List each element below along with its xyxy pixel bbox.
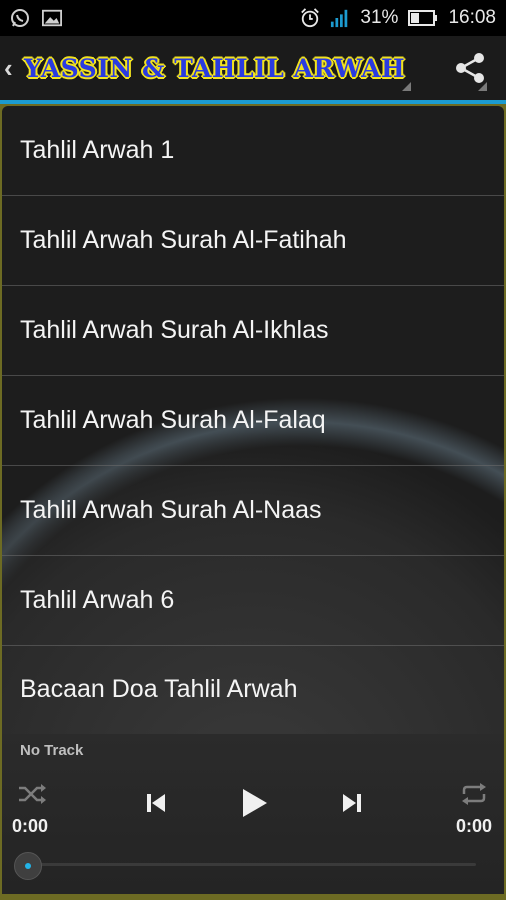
next-icon[interactable] [336,788,368,818]
signal-icon [330,8,350,28]
share-icon[interactable] [452,50,488,86]
share-overflow-indicator [478,82,487,91]
status-bar: 31% 16:08 [0,0,506,36]
seek-bar[interactable] [32,863,476,866]
whatsapp-icon [10,8,30,28]
track-item[interactable]: Tahlil Arwah Surah Al-Ikhlas [2,286,504,376]
shuffle-icon[interactable] [16,780,48,808]
now-playing-label: No Track [20,742,84,759]
audio-player: No Track 0:00 0:00 [2,734,504,894]
track-item[interactable]: Tahlil Arwah Surah Al-Naas [2,466,504,556]
battery-icon [408,8,438,28]
alarm-icon [300,8,320,28]
seek-thumb[interactable] [14,852,42,880]
previous-icon[interactable] [140,788,172,818]
seek-thumb-dot [25,863,31,869]
gallery-icon [42,8,62,28]
play-icon[interactable] [234,784,274,822]
battery-percent: 31% [360,7,399,28]
bottom-frame-edge [0,894,506,900]
track-item[interactable]: Tahlil Arwah 6 [2,556,504,646]
action-bar: ‹ YASSIN & TAHLIL ARWAH [0,36,506,100]
elapsed-time: 0:00 [12,816,49,836]
track-item[interactable]: Tahlil Arwah Surah Al-Falaq [2,376,504,466]
title-dropdown-indicator [402,82,411,91]
track-item[interactable]: Tahlil Arwah Surah Al-Fatihah [2,196,504,286]
content-frame: Tahlil Arwah 1 Tahlil Arwah Surah Al-Fat… [0,104,506,900]
app-title: YASSIN & TAHLIL ARWAH [24,53,406,83]
repeat-icon[interactable] [458,780,490,808]
track-item[interactable]: Tahlil Arwah 1 [2,106,504,196]
clock: 16:08 [448,7,496,28]
track-list-panel: Tahlil Arwah 1 Tahlil Arwah Surah Al-Fat… [2,106,504,894]
track-list: Tahlil Arwah 1 Tahlil Arwah Surah Al-Fat… [2,106,504,732]
duration-time: 0:00 [456,816,493,836]
back-chevron-icon[interactable]: ‹ [4,53,24,84]
track-item[interactable]: Bacaan Doa Tahlil Arwah [2,646,504,732]
